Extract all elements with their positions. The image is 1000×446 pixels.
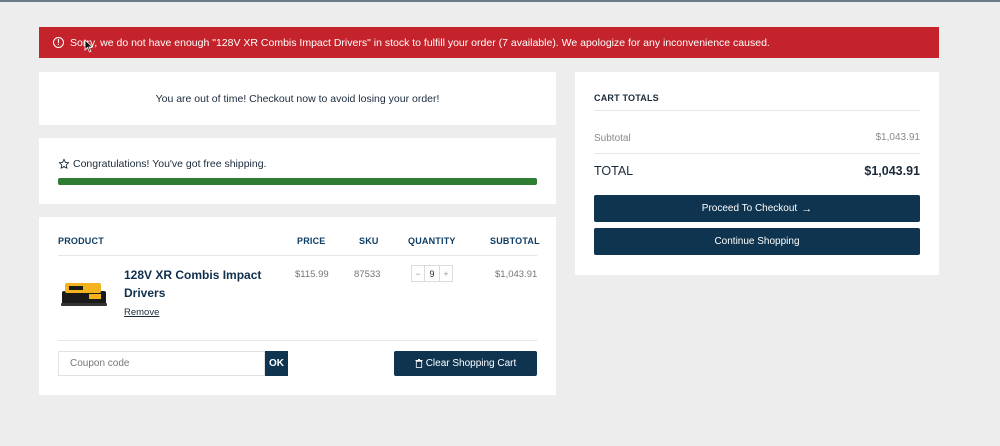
cart-table-card: PRODUCT PRICE SKU QUANTITY SUBTOTAL 128V… bbox=[39, 217, 556, 395]
row-divider bbox=[58, 340, 537, 341]
stock-error-alert: ! Sorry, we do not have enough "128V XR … bbox=[39, 27, 939, 58]
clear-cart-label: Clear Shopping Cart bbox=[425, 358, 517, 369]
mouse-cursor-icon bbox=[84, 39, 94, 53]
total-label: TOTAL bbox=[594, 164, 634, 178]
free-shipping-card: Congratulations! You've got free shippin… bbox=[39, 138, 556, 204]
item-price: $115.99 bbox=[295, 269, 329, 280]
subtotal-value: $1,043.91 bbox=[875, 132, 921, 143]
quantity-stepper: − 9 + bbox=[411, 265, 453, 282]
total-value: $1,043.91 bbox=[864, 164, 920, 178]
continue-label: Continue Shopping bbox=[714, 236, 800, 247]
totals-divider bbox=[594, 110, 920, 111]
header-divider bbox=[58, 255, 537, 256]
subtotal-label: Subtotal bbox=[594, 133, 631, 144]
continue-shopping-button[interactable]: Continue Shopping bbox=[594, 228, 920, 255]
proceed-to-checkout-button[interactable]: Proceed To Checkout → bbox=[594, 195, 920, 222]
shipping-progress-bar bbox=[58, 178, 537, 185]
checkout-label: Proceed To Checkout bbox=[701, 203, 798, 214]
product-image[interactable] bbox=[59, 277, 109, 309]
shipping-progress-fill bbox=[58, 178, 537, 185]
timer-message: You are out of time! Checkout now to avo… bbox=[155, 92, 440, 105]
info-icon: ! bbox=[53, 37, 64, 48]
quantity-increase-button[interactable]: + bbox=[440, 266, 452, 281]
header-quantity: QUANTITY bbox=[408, 236, 456, 246]
product-name-link[interactable]: 128V XR Combis Impact Drivers bbox=[124, 266, 274, 302]
cart-totals-card: CART TOTALS Subtotal $1,043.91 TOTAL $1,… bbox=[575, 72, 939, 275]
header-subtotal: SUBTOTAL bbox=[490, 236, 540, 246]
top-border bbox=[0, 0, 1000, 2]
remove-item-link[interactable]: Remove bbox=[124, 307, 159, 318]
arrow-right-icon: → bbox=[801, 202, 813, 215]
clear-cart-button[interactable]: Clear Shopping Cart bbox=[394, 351, 537, 376]
header-price: PRICE bbox=[297, 236, 326, 246]
item-subtotal: $1,043.91 bbox=[495, 269, 538, 280]
trash-icon bbox=[415, 359, 423, 368]
item-sku: 87533 bbox=[354, 269, 381, 280]
header-sku: SKU bbox=[359, 236, 379, 246]
checkout-timer-card: You are out of time! Checkout now to avo… bbox=[39, 72, 556, 125]
cart-totals-title: CART TOTALS bbox=[594, 93, 659, 103]
header-product: PRODUCT bbox=[58, 236, 104, 246]
quantity-decrease-button[interactable]: − bbox=[412, 266, 424, 281]
alert-message: Sorry, we do not have enough "128V XR Co… bbox=[70, 36, 770, 49]
coupon-code-input[interactable] bbox=[58, 351, 265, 376]
subtotal-divider bbox=[594, 153, 920, 154]
star-icon bbox=[58, 158, 70, 169]
quantity-value[interactable]: 9 bbox=[424, 266, 440, 281]
apply-coupon-button[interactable]: OK bbox=[265, 351, 288, 376]
shipping-message: Congratulations! You've got free shippin… bbox=[73, 158, 267, 170]
